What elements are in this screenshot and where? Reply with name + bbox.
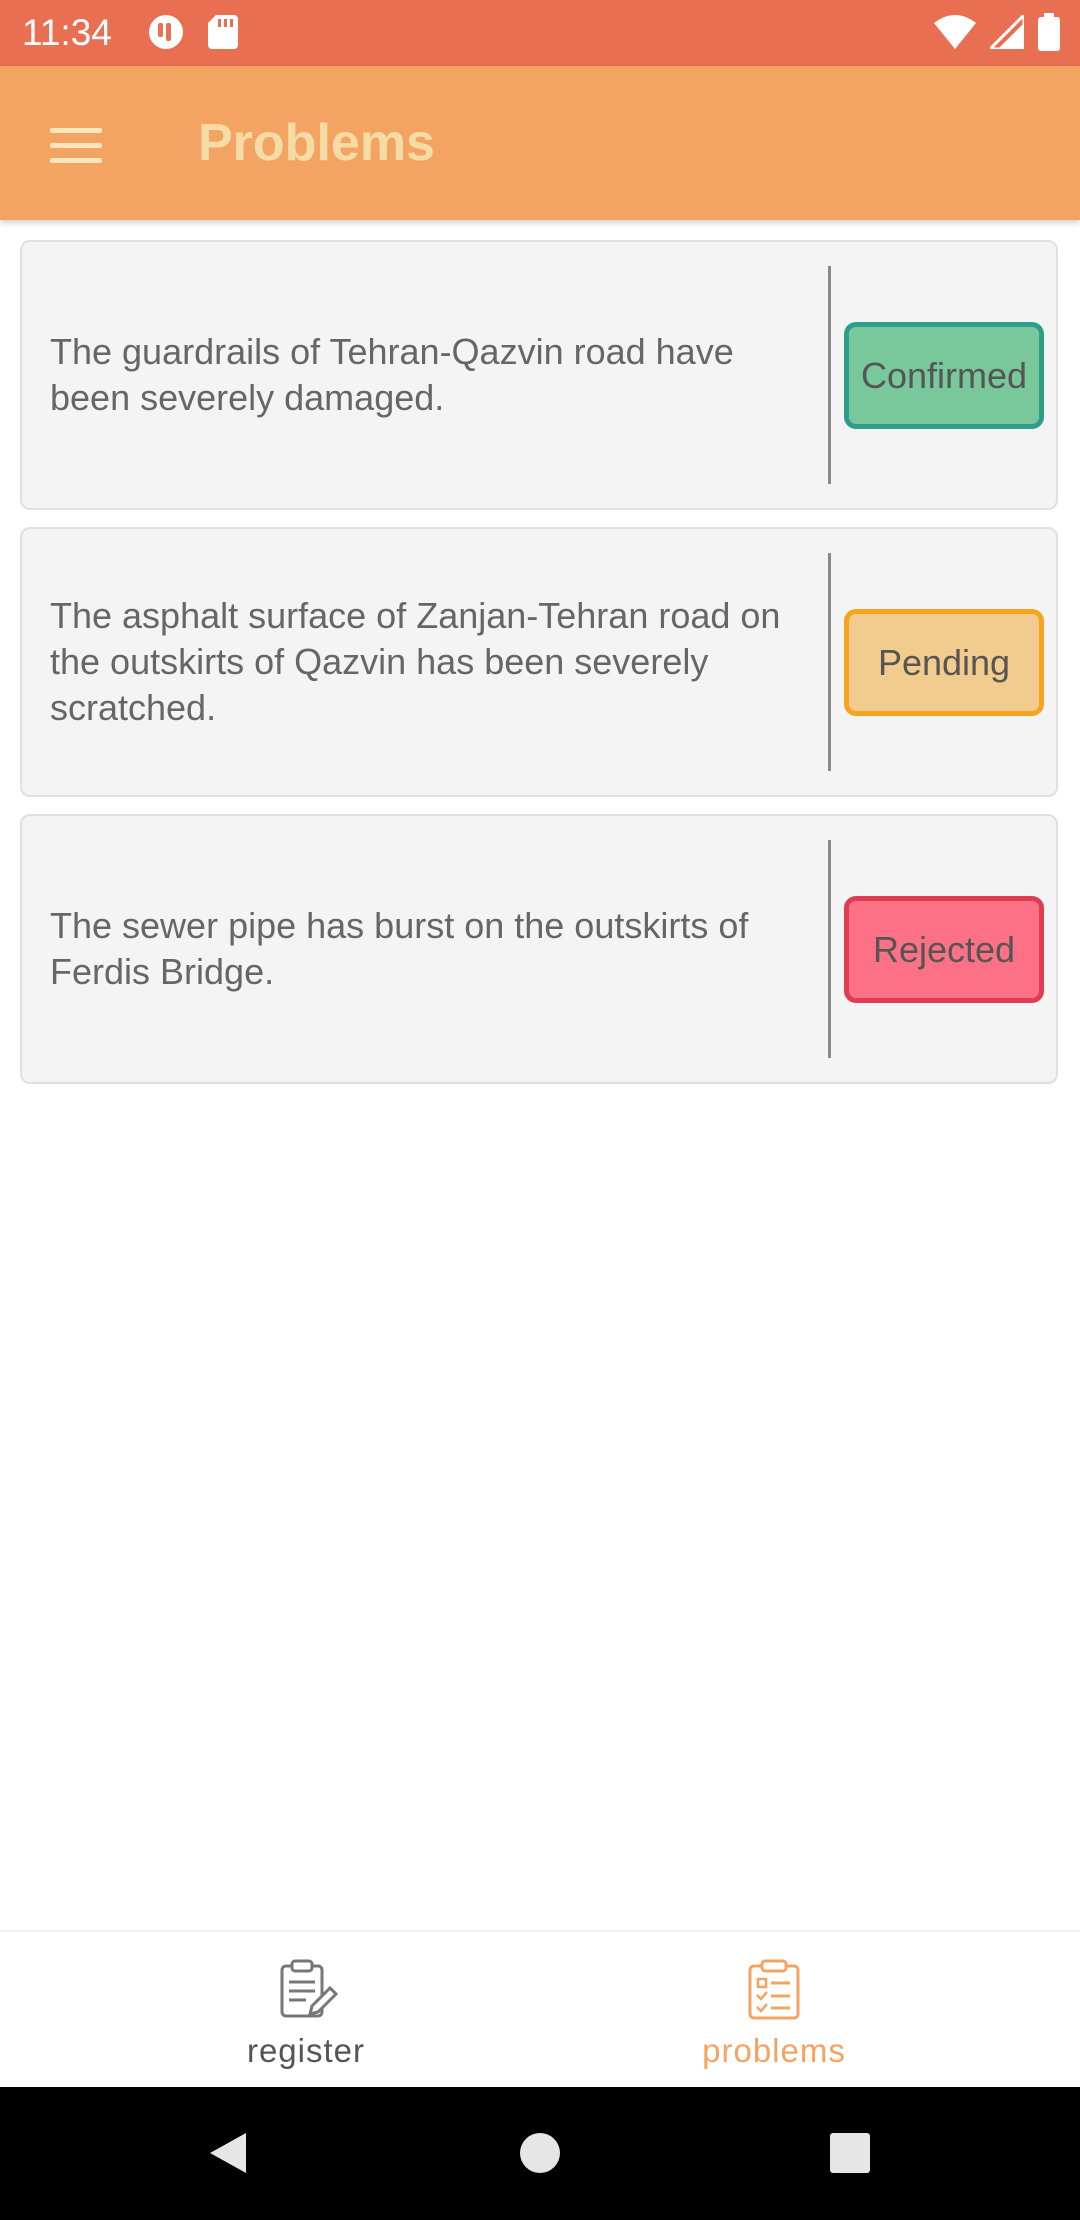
problem-card[interactable]: The asphalt surface of Zanjan-Tehran roa… bbox=[20, 527, 1058, 797]
clipboard-checklist-icon bbox=[748, 1959, 800, 2020]
problem-card[interactable]: The sewer pipe has burst on the outskirt… bbox=[20, 814, 1058, 1084]
back-icon[interactable] bbox=[198, 2121, 262, 2185]
home-icon[interactable] bbox=[508, 2121, 572, 2185]
battery-icon bbox=[1038, 12, 1060, 56]
problem-description: The asphalt surface of Zanjan-Tehran roa… bbox=[50, 595, 781, 728]
wifi-icon bbox=[934, 14, 976, 54]
hamburger-menu-icon bbox=[50, 128, 102, 133]
app-bar: Problems bbox=[0, 66, 1080, 220]
notification-app-icon bbox=[148, 14, 184, 55]
status-badge-confirmed[interactable]: Confirmed bbox=[844, 322, 1044, 429]
nav-label-register: register bbox=[246, 2032, 366, 2069]
status-badge-rejected[interactable]: Rejected bbox=[844, 896, 1044, 1003]
status-time: 11:34 bbox=[22, 12, 112, 53]
menu-button[interactable] bbox=[40, 114, 112, 176]
nav-item-register[interactable]: register bbox=[36, 1932, 576, 2089]
nav-label-problems: problems bbox=[702, 2032, 846, 2069]
system-navigation-bar bbox=[0, 2087, 1080, 2220]
problem-description: The guardrails of Tehran-Qazvin road hav… bbox=[50, 331, 734, 418]
nav-item-problems[interactable]: problems bbox=[504, 1932, 1044, 2089]
cell-signal-icon bbox=[986, 10, 1026, 54]
page-title: Problems bbox=[198, 114, 435, 172]
status-bar: 11:34 bbox=[0, 0, 1080, 66]
sd-card-icon bbox=[208, 14, 238, 54]
card-divider bbox=[828, 840, 831, 1058]
card-divider bbox=[828, 553, 831, 771]
recents-icon[interactable] bbox=[818, 2121, 882, 2185]
problems-list: The guardrails of Tehran-Qazvin road hav… bbox=[20, 240, 1060, 1101]
bottom-navigation: register problems bbox=[0, 1930, 1080, 2089]
clipboard-edit-icon bbox=[280, 1959, 338, 2018]
problem-description: The sewer pipe has burst on the outskirt… bbox=[50, 905, 749, 992]
problem-card[interactable]: The guardrails of Tehran-Qazvin road hav… bbox=[20, 240, 1058, 510]
card-divider bbox=[828, 266, 831, 484]
status-badge-pending[interactable]: Pending bbox=[844, 609, 1044, 716]
